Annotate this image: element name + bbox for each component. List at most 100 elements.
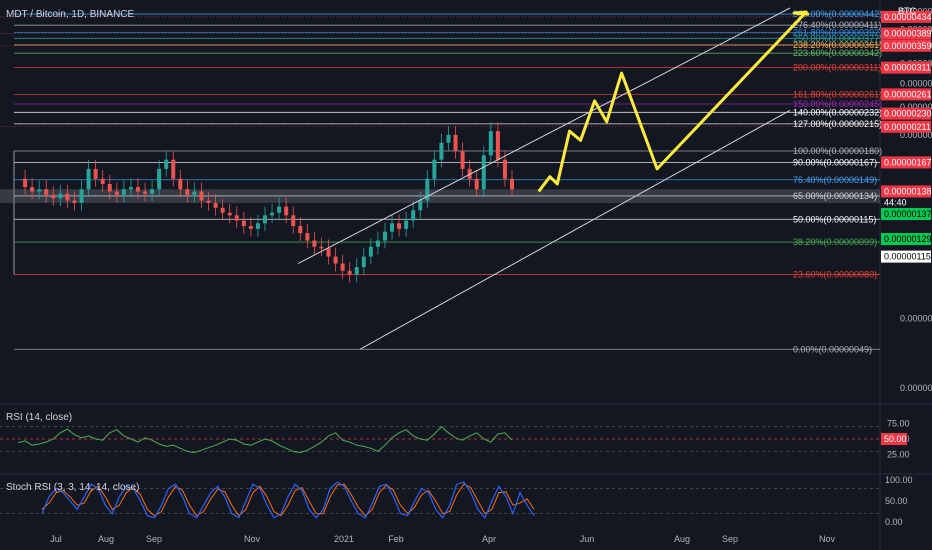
candle-body (185, 189, 190, 195)
candle-body (143, 191, 148, 194)
stoch-rsi-label: Stoch RSI (3, 3, 14, 14, close) (6, 482, 140, 493)
candle-body (375, 240, 380, 247)
candle-body (100, 178, 105, 184)
candle-body (227, 212, 232, 216)
candle-body (135, 187, 140, 192)
candle-body (178, 178, 183, 190)
candle-body (305, 233, 310, 241)
candle-body (30, 187, 35, 192)
candle-body (312, 240, 317, 247)
candle-body (368, 246, 373, 257)
candle-body (333, 256, 338, 264)
candle-body (326, 248, 331, 257)
fib-label: 0.00%(0.00000049) (793, 344, 872, 354)
candle-body (340, 263, 345, 271)
stoch-tick: 0.00 (885, 517, 903, 527)
candle-body (474, 178, 479, 190)
candle-body (361, 256, 366, 268)
candle-body (241, 220, 246, 227)
fib-label: 23.60%(0.00000080) (793, 270, 877, 280)
price-badge-label: 0.00000211 (884, 122, 931, 132)
candle-body (397, 223, 402, 229)
candle-body (164, 159, 169, 169)
time-tick: Sep (722, 534, 738, 544)
price-tick: 0.00000060 (900, 313, 932, 323)
time-tick: Jul (50, 534, 62, 544)
fib-label: 90.00%(0.00000167) (793, 157, 877, 167)
rsi-tick: 75.00 (887, 419, 910, 429)
fib-label: 127.00%(0.00000215) (793, 119, 882, 129)
candle-body (446, 134, 451, 143)
time-tick: Aug (98, 534, 114, 544)
candle-body (291, 215, 296, 227)
candle-body (234, 215, 239, 221)
candle-body (107, 183, 112, 192)
rsi-badge-label: 50.00 (884, 434, 907, 444)
candle-body (150, 189, 155, 194)
candle-body (495, 131, 500, 160)
candle-body (382, 231, 387, 241)
price-badge-label: 0.00000389 (884, 29, 932, 39)
fib-label: 140.00%(0.00000232) (793, 107, 882, 117)
time-tick: Nov (244, 534, 261, 544)
candle-body (390, 223, 395, 232)
time-tick: Jun (580, 534, 595, 544)
candle-body (347, 270, 352, 275)
time-tick: Nov (819, 534, 836, 544)
candle-body (453, 134, 458, 151)
candle-body (51, 194, 56, 199)
candle-body (510, 178, 514, 190)
candle-body (206, 200, 211, 203)
candle-body (199, 191, 204, 201)
price-tick: 0.00000280 (900, 79, 932, 89)
fib-label: 223.60%(0.00000342) (793, 48, 882, 58)
time-tick: Apr (482, 534, 496, 544)
candle-body (86, 168, 91, 190)
candle-body (114, 191, 119, 195)
candle-body (481, 155, 486, 190)
candle-body (284, 206, 289, 216)
chart-title: MDT / Bitcoin, 1D, BINANCE (6, 9, 135, 20)
candle-body (192, 191, 197, 195)
price-badge-label: 0.00000230 (884, 109, 932, 119)
candle-body (213, 202, 218, 208)
price-badge-label: 0.00000138 (884, 186, 932, 196)
candle-body (319, 246, 324, 249)
price-badge-label: 0.00000129 (884, 234, 932, 244)
candle-body (248, 226, 253, 229)
time-tick: 2021 (334, 534, 354, 544)
candle-body (502, 159, 507, 179)
rsi-tick: 25.00 (887, 450, 910, 460)
candle-body (37, 189, 42, 192)
stoch-tick: 50.00 (885, 496, 908, 506)
chart-canvas[interactable]: 300.00%(0.00000442)276.40%(0.00000411)26… (0, 0, 932, 550)
countdown: 44:40 (884, 197, 907, 207)
candle-body (128, 187, 133, 190)
candle-body (488, 131, 493, 156)
candle-body (72, 200, 77, 203)
candle-body (44, 189, 49, 195)
candle-body (277, 206, 282, 213)
candle-body (171, 159, 176, 179)
price-badge-label: 0.00000137 (884, 209, 932, 219)
candle-body (79, 189, 84, 203)
fib-label: 38.20%(0.00000099) (793, 237, 877, 247)
candle-body (418, 200, 423, 211)
fib-label: 200.00%(0.00000311) (793, 63, 881, 73)
price-badge-label: 0.00000261 (884, 89, 932, 99)
stoch-tick: 100.00 (885, 475, 913, 485)
fib-label: 76.40%(0.00000149) (793, 175, 877, 185)
candle-body (411, 210, 416, 221)
time-tick: Sep (146, 534, 162, 544)
price-badge-label: 0.00000359 (884, 41, 932, 51)
candle-body (65, 193, 70, 201)
candle-body (354, 267, 359, 275)
candle-body (121, 189, 126, 195)
rsi-label: RSI (14, close) (6, 412, 73, 423)
price-tick: 0.00000038 (900, 383, 932, 393)
fib-label: 50.00%(0.00000115) (793, 214, 876, 224)
currency-label: BTC (898, 6, 917, 16)
candle-body (263, 215, 267, 224)
price-badge-label: 0.00000115 (884, 252, 931, 262)
price-badge-label: 0.00000311 (884, 63, 931, 73)
